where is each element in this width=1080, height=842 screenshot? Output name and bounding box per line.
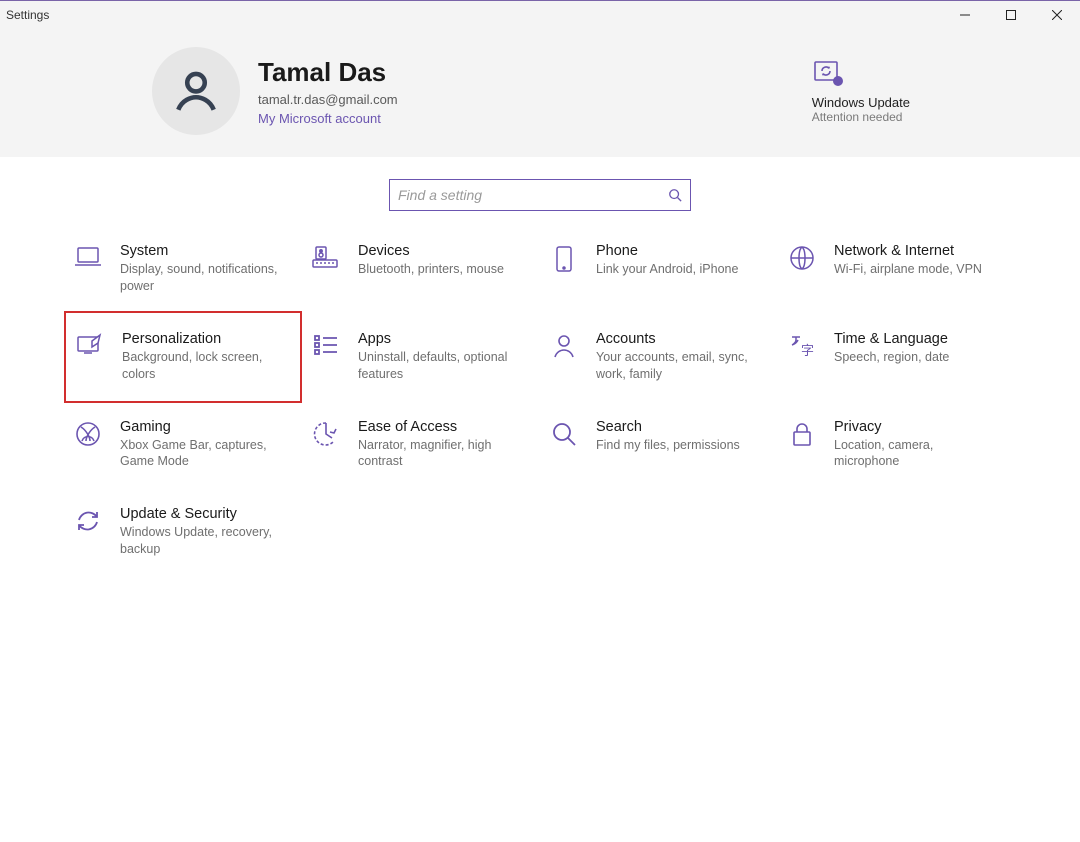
maximize-button[interactable] [988, 1, 1034, 29]
windows-update-title: Windows Update [812, 95, 910, 110]
search-input[interactable] [398, 187, 668, 203]
user-name: Tamal Das [258, 57, 398, 88]
tile-title: Update & Security [120, 506, 278, 522]
svg-text:字: 字 [801, 343, 814, 358]
search-wrapper [0, 157, 1080, 241]
tile-desc: Windows Update, recovery, backup [120, 524, 278, 558]
tile-time-language[interactable]: 字 Time & Language Speech, region, date [778, 329, 1016, 385]
tile-title: Gaming [120, 419, 278, 435]
apps-list-icon [308, 331, 344, 357]
user-email: tamal.tr.das@gmail.com [258, 92, 398, 107]
tile-title: Network & Internet [834, 243, 982, 259]
search-box[interactable] [389, 179, 691, 211]
windows-update-card[interactable]: Windows Update Attention needed [812, 59, 910, 124]
window-title: Settings [6, 8, 49, 22]
person-icon [546, 331, 582, 359]
keyboard-speaker-icon [308, 243, 344, 269]
person-icon [171, 66, 221, 116]
laptop-icon [70, 243, 106, 269]
update-icon [70, 506, 106, 534]
tile-desc: Narrator, magnifier, high contrast [358, 437, 516, 471]
tile-title: Phone [596, 243, 738, 259]
settings-grid: System Display, sound, notifications, po… [0, 241, 1080, 560]
maximize-icon [1006, 10, 1016, 20]
personalization-icon [72, 331, 108, 357]
tile-title: Apps [358, 331, 516, 347]
tile-apps[interactable]: Apps Uninstall, defaults, optional featu… [302, 329, 540, 385]
tile-desc: Xbox Game Bar, captures, Game Mode [120, 437, 278, 471]
globe-icon [784, 243, 820, 271]
tile-ease-of-access[interactable]: Ease of Access Narrator, magnifier, high… [302, 417, 540, 473]
tile-personalization[interactable]: Personalization Background, lock screen,… [64, 311, 302, 403]
minimize-button[interactable] [942, 1, 988, 29]
close-button[interactable] [1034, 1, 1080, 29]
tile-network[interactable]: Network & Internet Wi-Fi, airplane mode,… [778, 241, 1016, 297]
tile-title: Accounts [596, 331, 754, 347]
sync-attention-icon [812, 59, 910, 89]
tile-title: Personalization [122, 331, 276, 347]
user-avatar[interactable] [152, 47, 240, 135]
tile-system[interactable]: System Display, sound, notifications, po… [64, 241, 302, 297]
titlebar: Settings [0, 1, 1080, 29]
minimize-icon [960, 10, 970, 20]
tile-desc: Display, sound, notifications, power [120, 261, 278, 295]
tile-desc: Your accounts, email, sync, work, family [596, 349, 754, 383]
tile-title: Privacy [834, 419, 992, 435]
xbox-icon [70, 419, 106, 447]
ease-of-access-icon [308, 419, 344, 447]
tile-privacy[interactable]: Privacy Location, camera, microphone [778, 417, 1016, 473]
tile-title: Ease of Access [358, 419, 516, 435]
tile-desc: Wi-Fi, airplane mode, VPN [834, 261, 982, 278]
close-icon [1052, 10, 1062, 20]
lock-icon [784, 419, 820, 447]
phone-icon [546, 243, 582, 273]
tile-desc: Background, lock screen, colors [122, 349, 276, 383]
tile-accounts[interactable]: Accounts Your accounts, email, sync, wor… [540, 329, 778, 385]
tile-devices[interactable]: Devices Bluetooth, printers, mouse [302, 241, 540, 297]
tile-desc: Find my files, permissions [596, 437, 740, 454]
search-icon [668, 188, 682, 202]
time-language-icon: 字 [784, 331, 820, 359]
tile-update-security[interactable]: Update & Security Windows Update, recove… [64, 504, 302, 560]
tile-desc: Link your Android, iPhone [596, 261, 738, 278]
tile-title: System [120, 243, 278, 259]
windows-update-subtitle: Attention needed [812, 110, 910, 124]
settings-header: Tamal Das tamal.tr.das@gmail.com My Micr… [0, 29, 1080, 157]
user-block: Tamal Das tamal.tr.das@gmail.com My Micr… [258, 57, 398, 126]
microsoft-account-link[interactable]: My Microsoft account [258, 111, 398, 126]
tile-title: Search [596, 419, 740, 435]
tile-desc: Uninstall, defaults, optional features [358, 349, 516, 383]
tile-desc: Location, camera, microphone [834, 437, 992, 471]
tile-title: Time & Language [834, 331, 949, 347]
tile-desc: Bluetooth, printers, mouse [358, 261, 504, 278]
search-icon [546, 419, 582, 447]
tile-phone[interactable]: Phone Link your Android, iPhone [540, 241, 778, 297]
tile-gaming[interactable]: Gaming Xbox Game Bar, captures, Game Mod… [64, 417, 302, 473]
tile-title: Devices [358, 243, 504, 259]
tile-search[interactable]: Search Find my files, permissions [540, 417, 778, 473]
tile-desc: Speech, region, date [834, 349, 949, 366]
